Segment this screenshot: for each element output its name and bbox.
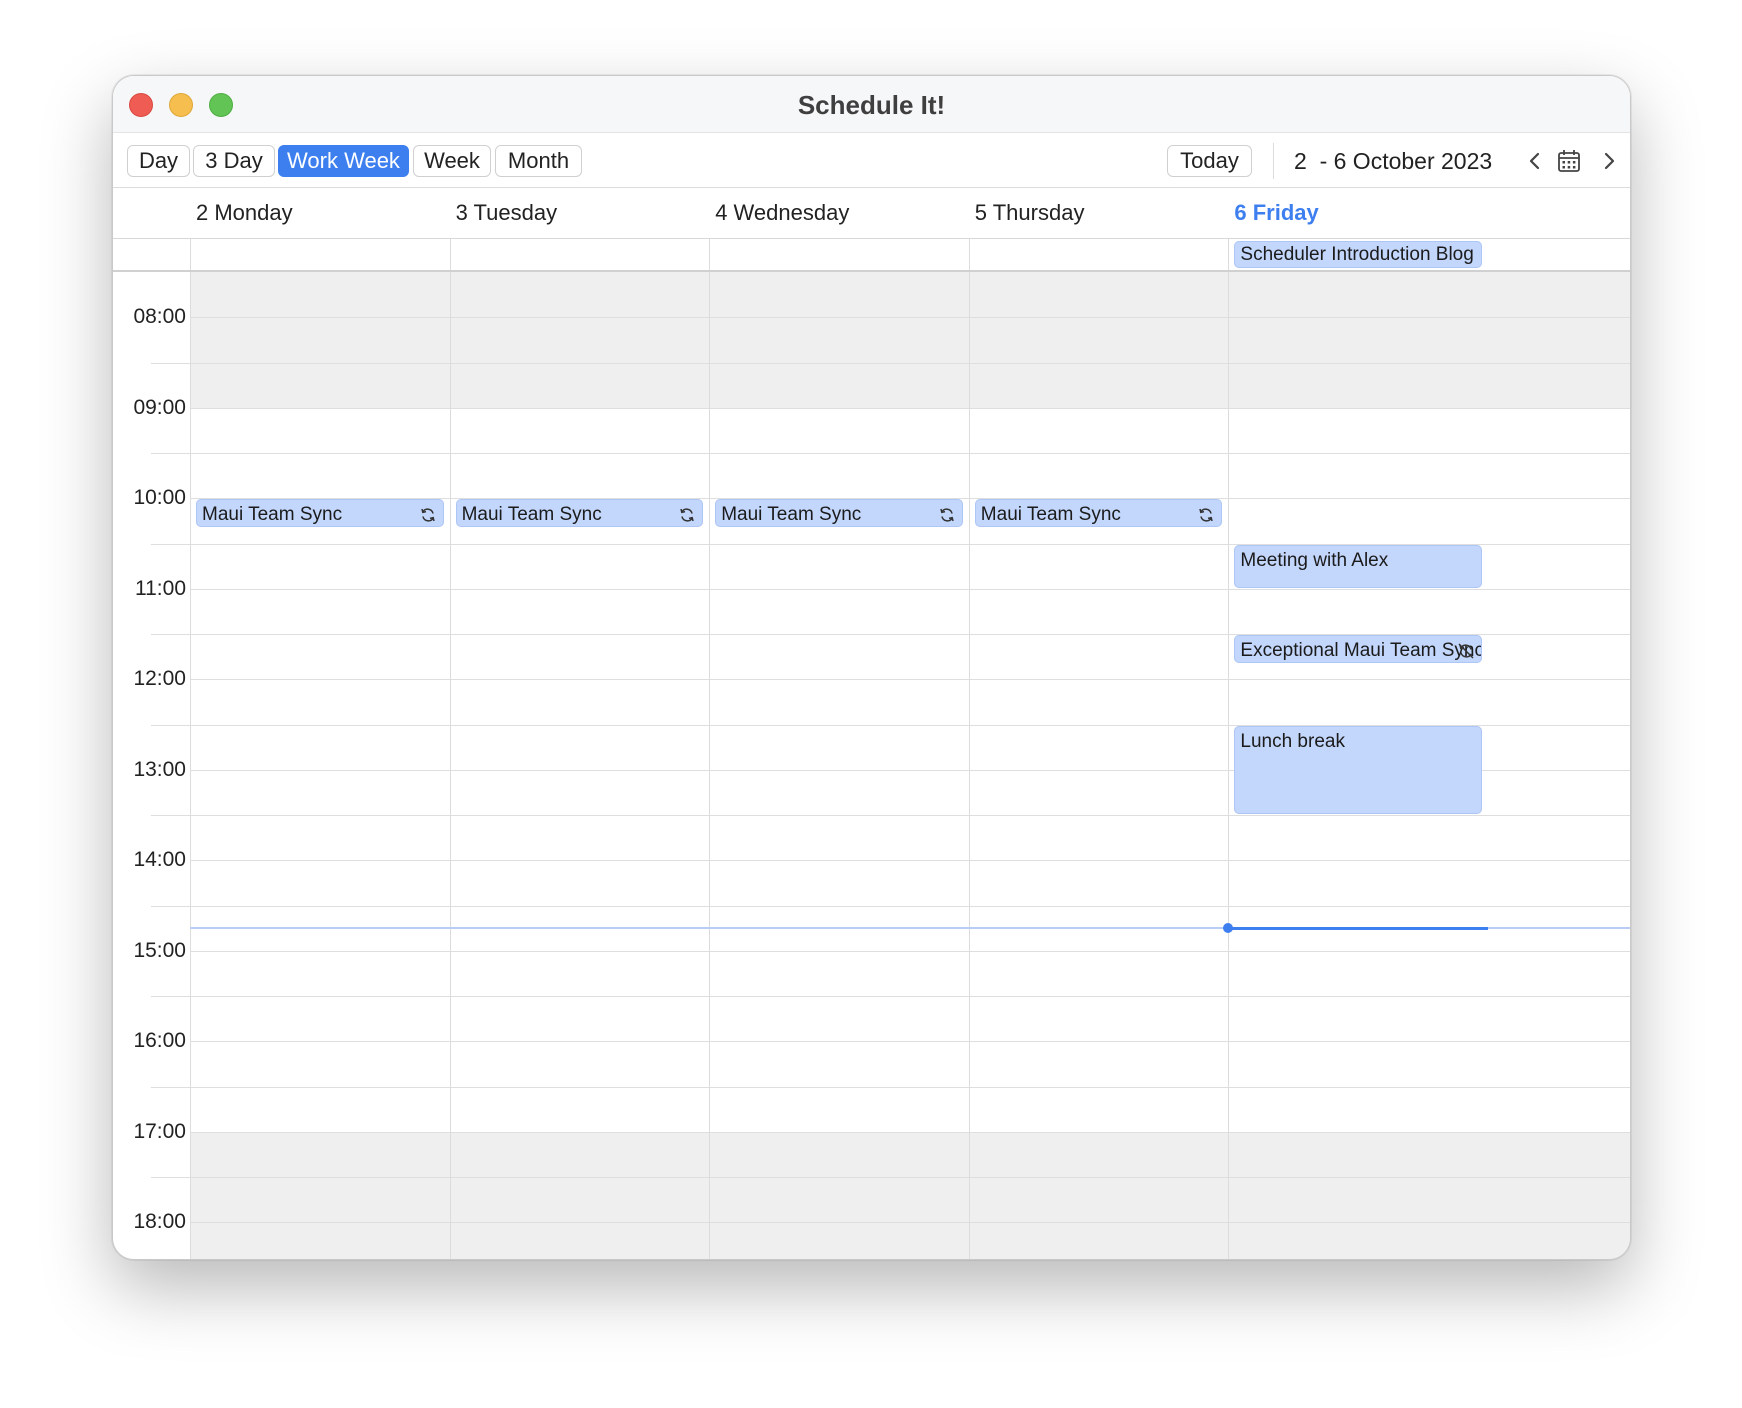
hour-line [190, 407, 1630, 409]
toolbar: Day 3 Day Work Week Week Month Today 2 -… [113, 133, 1630, 188]
day-header-2[interactable]: 3 Tuesday [456, 200, 558, 226]
all-day-row: Scheduler Introduction Blog [113, 238, 1630, 272]
event-title: Meeting with Alex [1240, 549, 1389, 571]
all-day-column-divider [1228, 239, 1230, 270]
day-header-row: 2 Monday 3 Tuesday 4 Wednesday 5 Thursday 6 … [113, 188, 1630, 238]
off-hours-region [190, 272, 1630, 408]
time-label: 11:00 [135, 576, 186, 600]
recurring-icon [1197, 506, 1215, 524]
chevron-left-icon[interactable] [1521, 147, 1549, 175]
hour-line [190, 860, 1630, 862]
toolbar-separator [1273, 143, 1274, 179]
day-column-divider [709, 272, 711, 1259]
half-hour-line [151, 1086, 1630, 1088]
view-day-button[interactable]: Day [127, 145, 190, 177]
event-title: Lunch break [1240, 730, 1345, 752]
time-label: 08:00 [133, 305, 186, 329]
event-lunch-break[interactable]: Lunch break [1234, 725, 1482, 814]
day-column-divider [968, 272, 970, 1259]
recurring-icon [419, 506, 437, 524]
event-maui-team-sync[interactable]: Maui Team Sync [196, 499, 444, 528]
event-exceptional-maui-team-sync[interactable]: Exceptional Maui Team Sync [1234, 635, 1482, 663]
all-day-event[interactable]: Scheduler Introduction Blog [1234, 241, 1482, 268]
hour-line [190, 1131, 1630, 1133]
day-header-3[interactable]: 4 Wednesday [715, 200, 849, 226]
app-window: Schedule It! Day 3 Day Work Week Week Mo… [112, 75, 1631, 1260]
recurring-icon [938, 506, 956, 524]
half-hour-line [151, 905, 1630, 907]
half-hour-line [151, 996, 1630, 997]
event-title: Exceptional Maui Team Sync [1240, 640, 1482, 661]
day-column-divider [449, 272, 451, 1259]
hour-line [190, 317, 1630, 319]
event-title: Maui Team Sync [721, 504, 862, 526]
time-label: 14:00 [133, 848, 186, 872]
time-label: 15:00 [133, 938, 186, 962]
event-title: Maui Team Sync [980, 504, 1121, 526]
half-hour-line [151, 453, 1630, 454]
all-day-column-divider [190, 239, 191, 270]
time-label: 12:00 [133, 667, 186, 691]
time-label: 16:00 [133, 1029, 186, 1053]
event-title: Maui Team Sync [461, 504, 602, 526]
half-hour-line [151, 362, 1630, 364]
current-time-line-today [1228, 926, 1488, 930]
recurring-icon [678, 506, 696, 524]
all-day-column-divider [968, 239, 970, 270]
day-header-1[interactable]: 2 Monday [196, 200, 293, 226]
event-meeting-with-alex[interactable]: Meeting with Alex [1234, 544, 1482, 588]
calendar-icon[interactable] [1555, 147, 1583, 175]
all-day-column-divider [449, 239, 451, 270]
day-column-divider [1228, 272, 1230, 1259]
time-label: 17:00 [133, 1119, 186, 1143]
event-maui-team-sync[interactable]: Maui Team Sync [715, 499, 963, 528]
day-column-divider [190, 272, 191, 1259]
day-header-5[interactable]: 6 Friday [1234, 200, 1318, 226]
hour-line [190, 588, 1630, 590]
hour-line [190, 950, 1630, 952]
half-hour-line [151, 815, 1630, 816]
view-month-button[interactable]: Month [495, 145, 582, 177]
time-label: 09:00 [133, 395, 186, 419]
hour-line [190, 679, 1630, 681]
off-hours-region [190, 1131, 1630, 1259]
title-bar: Schedule It! [113, 76, 1630, 133]
event-maui-team-sync[interactable]: Maui Team Sync [974, 499, 1223, 528]
event-maui-team-sync[interactable]: Maui Team Sync [455, 499, 704, 528]
today-button[interactable]: Today [1167, 145, 1252, 177]
view-3day-button[interactable]: 3 Day [193, 145, 275, 177]
all-day-column-divider [709, 239, 711, 270]
chevron-right-icon[interactable] [1595, 147, 1623, 175]
time-label: 10:00 [133, 486, 186, 510]
time-label: 13:00 [133, 757, 186, 781]
time-label: 18:00 [133, 1210, 186, 1234]
hour-line [190, 1041, 1630, 1043]
recurring-exception-icon [1457, 642, 1475, 660]
half-hour-line [151, 1177, 1630, 1178]
current-time-dot [1223, 923, 1234, 934]
time-grid: 08:00 09:00 10:00 11:00 12:00 13:00 14:00 15:00… [113, 272, 1630, 1259]
date-range-label: 2 - 6 October 2023 [1294, 148, 1493, 174]
window-title: Schedule It! [797, 90, 946, 120]
view-week-button[interactable]: Week [413, 145, 491, 177]
hour-line [190, 1222, 1630, 1224]
event-title: Maui Team Sync [202, 504, 343, 526]
day-header-4[interactable]: 5 Thursday [975, 200, 1085, 226]
view-work-week-button[interactable]: Work Week [278, 145, 409, 177]
